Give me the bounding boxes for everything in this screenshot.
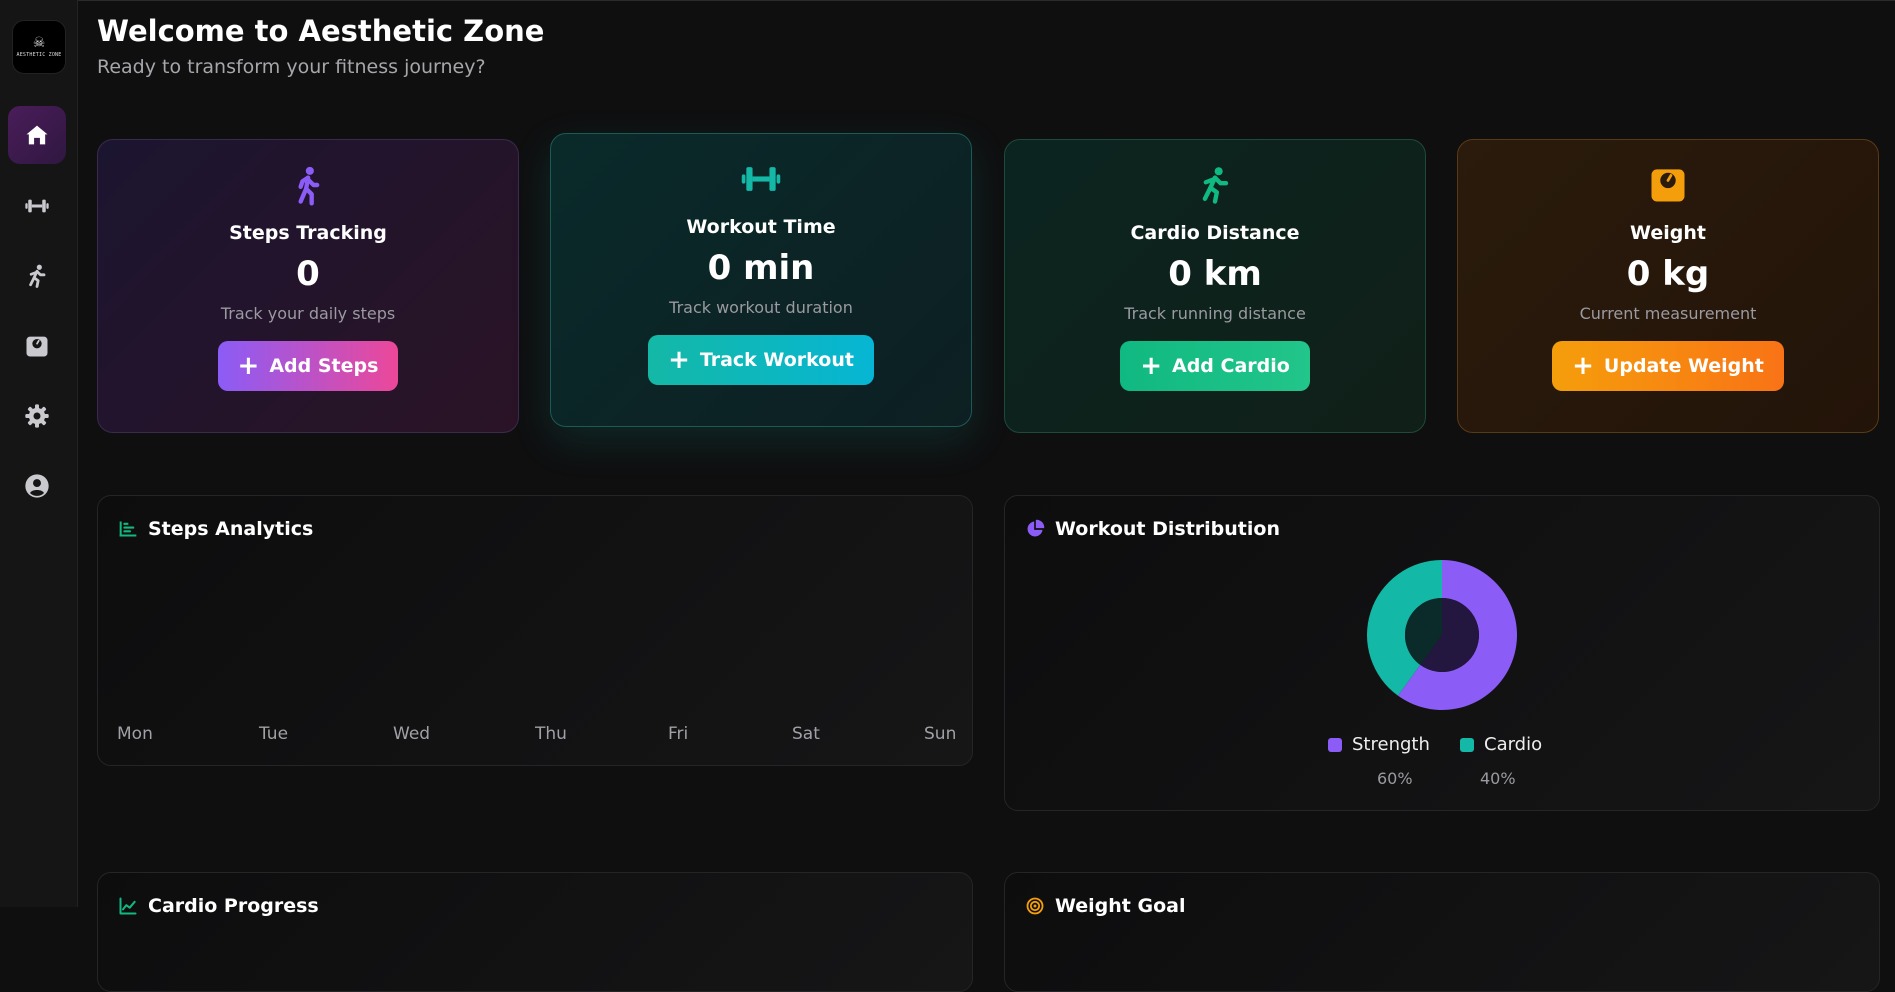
- app-logo[interactable]: ☠ AESTHETIC ZONE: [12, 20, 66, 74]
- day-label: Wed: [393, 724, 431, 744]
- weight-card: Weight 0 kg Current measurement + Update…: [1457, 139, 1879, 433]
- day-label: Mon: [117, 724, 153, 744]
- plus-icon: +: [1140, 351, 1162, 381]
- nav-weight[interactable]: [8, 317, 66, 375]
- legend-swatch: [1328, 737, 1342, 752]
- main-content: Welcome to Aesthetic Zone Ready to trans…: [78, 0, 1895, 992]
- weight-scale-icon: [26, 336, 48, 357]
- bar-chart-icon: [119, 521, 137, 537]
- button-label: Add Cardio: [1171, 355, 1290, 377]
- add-cardio-button[interactable]: + Add Cardio: [1120, 341, 1310, 391]
- logo-text: AESTHETIC ZONE: [16, 52, 62, 58]
- page-subtitle: Ready to transform your fitness journey?: [97, 56, 486, 78]
- legend-value: 40%: [1480, 769, 1516, 788]
- card-value: 0 min: [707, 248, 815, 288]
- legend-item-strength[interactable]: Strength: [1328, 734, 1430, 755]
- legend-label: Strength: [1352, 734, 1430, 755]
- day-label: Fri: [668, 724, 689, 744]
- card-description: Current measurement: [1579, 304, 1757, 323]
- workout-time-card: Workout Time 0 min Track workout duratio…: [550, 133, 972, 427]
- user-circle-icon: [25, 474, 49, 498]
- card-title: Workout Time: [686, 216, 836, 238]
- cardio-distance-card: Cardio Distance 0 km Track running dista…: [1004, 139, 1426, 433]
- card-value: 0: [296, 254, 320, 294]
- walking-icon: [298, 166, 320, 206]
- legend-label: Cardio: [1484, 734, 1543, 755]
- card-title: Steps Tracking: [229, 222, 387, 244]
- running-icon: [1202, 167, 1229, 204]
- skull-icon: ☠: [32, 35, 46, 51]
- card-title: Cardio Distance: [1130, 222, 1300, 244]
- steps-analytics-panel: Steps Analytics Mon Tue Wed Thu Fri Sat …: [97, 495, 973, 766]
- card-description: Track workout duration: [669, 298, 853, 317]
- button-label: Add Steps: [269, 355, 379, 377]
- steps-card: Steps Tracking 0 Track your daily steps …: [97, 139, 519, 433]
- nav-workouts[interactable]: [8, 177, 66, 235]
- weight-goal-panel: Weight Goal: [1004, 872, 1880, 992]
- day-label: Thu: [535, 724, 567, 744]
- add-steps-button[interactable]: + Add Steps: [217, 341, 399, 391]
- card-description: Track running distance: [1124, 304, 1306, 323]
- workout-distribution-panel: Workout Distribution Strength Cardio 60%…: [1004, 495, 1880, 811]
- update-weight-button[interactable]: + Update Weight: [1552, 341, 1784, 391]
- button-label: Track Workout: [699, 349, 854, 371]
- running-icon: [29, 264, 46, 288]
- home-icon: [26, 125, 48, 145]
- track-workout-button[interactable]: + Track Workout: [648, 335, 874, 385]
- plus-icon: +: [237, 351, 260, 381]
- card-value: 0 km: [1168, 254, 1262, 294]
- page-title: Welcome to Aesthetic Zone: [97, 14, 545, 48]
- day-label: Tue: [259, 724, 289, 744]
- button-label: Update Weight: [1603, 355, 1764, 377]
- donut-chart: [1367, 560, 1517, 710]
- pie-chart-icon: [1027, 519, 1045, 537]
- card-title: Weight: [1630, 222, 1706, 244]
- nav-home[interactable]: [8, 106, 66, 164]
- card-value: 0 kg: [1626, 254, 1710, 294]
- weight-scale-icon: [1651, 169, 1685, 202]
- target-icon: [1026, 897, 1044, 915]
- nav-settings[interactable]: [8, 387, 66, 445]
- legend-value: 60%: [1377, 769, 1413, 788]
- nav-profile[interactable]: [8, 457, 66, 515]
- dumbbell-icon: [25, 199, 49, 213]
- legend-item-cardio[interactable]: Cardio: [1460, 734, 1542, 755]
- sidebar: ☠ AESTHETIC ZONE: [0, 0, 78, 907]
- day-label: Sun: [924, 724, 957, 744]
- plus-icon: +: [1572, 351, 1594, 381]
- card-description: Track your daily steps: [220, 304, 396, 323]
- panel-title: Workout Distribution: [1055, 518, 1280, 540]
- cardio-progress-panel: Cardio Progress: [97, 872, 973, 992]
- panel-title: Weight Goal: [1055, 895, 1186, 917]
- panel-title: Steps Analytics: [148, 518, 314, 540]
- dumbbell-icon: [741, 167, 781, 191]
- day-label: Sat: [792, 724, 820, 744]
- panel-title: Cardio Progress: [148, 895, 319, 917]
- nav-cardio[interactable]: [8, 247, 66, 305]
- plus-icon: +: [668, 345, 690, 375]
- line-chart-icon: [119, 897, 137, 915]
- legend-swatch: [1460, 737, 1474, 752]
- gear-icon: [25, 404, 49, 428]
